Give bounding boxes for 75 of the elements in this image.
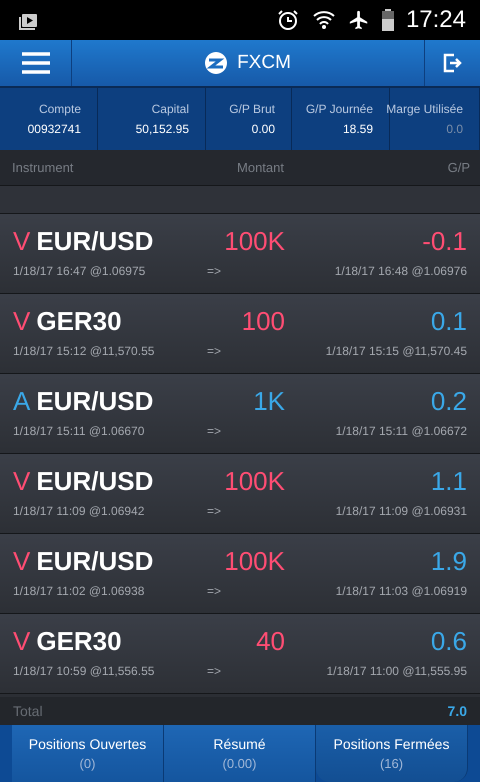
instrument-name: GER30 <box>36 626 122 657</box>
summary-label: Marge Utilisée <box>386 102 463 116</box>
summary-value: 00932741 <box>28 122 81 136</box>
summary-value: 18.59 <box>342 122 373 136</box>
arrow-text: => <box>206 424 222 438</box>
open-detail: 1/18/17 10:59 @11,556.55 <box>13 664 154 678</box>
profit-loss-text: 1.1 <box>430 466 467 498</box>
menu-icon <box>22 52 50 74</box>
open-detail: 1/18/17 15:12 @11,570.55 <box>13 344 154 358</box>
arrow-text: => <box>206 264 222 278</box>
arrow-text: => <box>206 584 222 598</box>
instrument-name: EUR/USD <box>36 226 154 257</box>
summary-value: 0.00 <box>252 122 275 136</box>
open-detail: 1/18/17 11:02 @1.06938 <box>13 584 144 598</box>
airplane-icon <box>348 9 370 31</box>
side-label: V <box>13 626 30 657</box>
profit-loss-text: 1.9 <box>430 546 467 578</box>
amount-text: 1K <box>253 386 285 418</box>
tab[interactable]: Résumé (0.00) <box>164 725 316 782</box>
position-row[interactable]: A EUR/USD 1/18/17 15:11 @1.06670 1K => 0.2 1/18/17 15:11 @1.06672 <box>0 374 480 454</box>
summary-value: 50,152.95 <box>136 122 189 136</box>
profit-loss-text: 0.6 <box>430 626 467 658</box>
total-label: Total <box>13 703 43 719</box>
arrow-text: => <box>206 344 222 358</box>
close-detail: 1/18/17 15:15 @11,570.45 <box>326 344 467 358</box>
side-label: V <box>13 466 30 497</box>
wifi-icon <box>312 10 336 30</box>
arrow-text: => <box>206 504 222 518</box>
summary-label: G/P Journée <box>306 102 373 116</box>
clock-time: 17:24 <box>406 6 466 34</box>
position-row[interactable]: V EUR/USD 1/18/17 11:09 @1.06942 100K => 1.1 1/18/17 11:09 @1.06931 <box>0 454 480 534</box>
amount-text: 100 <box>242 306 285 338</box>
arrow-text: => <box>206 664 222 678</box>
side-label: V <box>13 546 30 577</box>
side-label: V <box>13 226 30 257</box>
amount-text: 100K <box>224 546 285 578</box>
column-header[interactable]: Instrument <box>12 160 74 175</box>
close-detail: 1/18/17 11:03 @1.06919 <box>336 584 467 598</box>
side-label: A <box>13 386 30 417</box>
instrument-name: EUR/USD <box>36 546 154 577</box>
instrument-name: EUR/USD <box>36 386 154 417</box>
position-row[interactable]: V EUR/USD 1/18/17 11:02 @1.06938 100K => 1.9 1/18/17 11:03 @1.06919 <box>0 534 480 614</box>
close-detail: 1/18/17 16:48 @1.06976 <box>334 264 467 278</box>
instrument-name: EUR/USD <box>36 466 154 497</box>
profit-loss-text: 0.2 <box>430 386 467 418</box>
open-detail: 1/18/17 11:09 @1.06942 <box>13 504 144 518</box>
logo-icon <box>205 52 228 74</box>
side-label: V <box>13 306 30 337</box>
alarm-icon <box>276 8 300 32</box>
open-detail: 1/18/17 15:11 @1.06670 <box>13 424 144 438</box>
amount-text: 100K <box>224 466 285 498</box>
summary-value: 0.0 <box>446 122 463 136</box>
close-detail: 1/18/17 11:09 @1.06931 <box>336 504 467 518</box>
amount-text: 40 <box>256 626 285 658</box>
summary-label: Compte <box>38 102 81 116</box>
column-header[interactable]: G/P <box>448 160 470 175</box>
close-detail: 1/18/17 15:11 @1.06672 <box>336 424 467 438</box>
profit-loss-text: -0.1 <box>422 226 467 258</box>
total-value: 7.0 <box>448 703 467 719</box>
tab[interactable]: Positions Fermées (16) <box>316 725 468 782</box>
open-detail: 1/18/17 16:47 @1.06975 <box>13 264 146 278</box>
amount-text: 100K <box>224 226 285 258</box>
battery-icon <box>382 9 394 31</box>
summary-label: Capital <box>152 102 189 116</box>
profit-loss-text: 0.1 <box>430 306 467 338</box>
app-title: FXCM <box>237 52 291 74</box>
instrument-name: GER30 <box>36 306 122 337</box>
position-row[interactable]: V GER30 1/18/17 10:59 @11,556.55 40 => 0.6 1/18/17 11:00 @11,555.95 <box>0 614 480 694</box>
logout-icon <box>442 52 464 74</box>
position-row[interactable]: V GER30 1/18/17 15:12 @11,570.55 100 => 0.1 1/18/17 15:15 @11,570.45 <box>0 294 480 374</box>
position-row[interactable]: V EUR/USD 1/18/17 16:47 @1.06975 100K => -0.1 1/18/17 16:48 @1.06976 <box>0 214 480 294</box>
column-header[interactable]: Montant <box>237 160 284 175</box>
tab[interactable]: Positions Ouvertes (0) <box>12 725 164 782</box>
summary-label: G/P Brut <box>229 102 275 116</box>
close-detail: 1/18/17 11:00 @11,555.95 <box>326 664 467 678</box>
